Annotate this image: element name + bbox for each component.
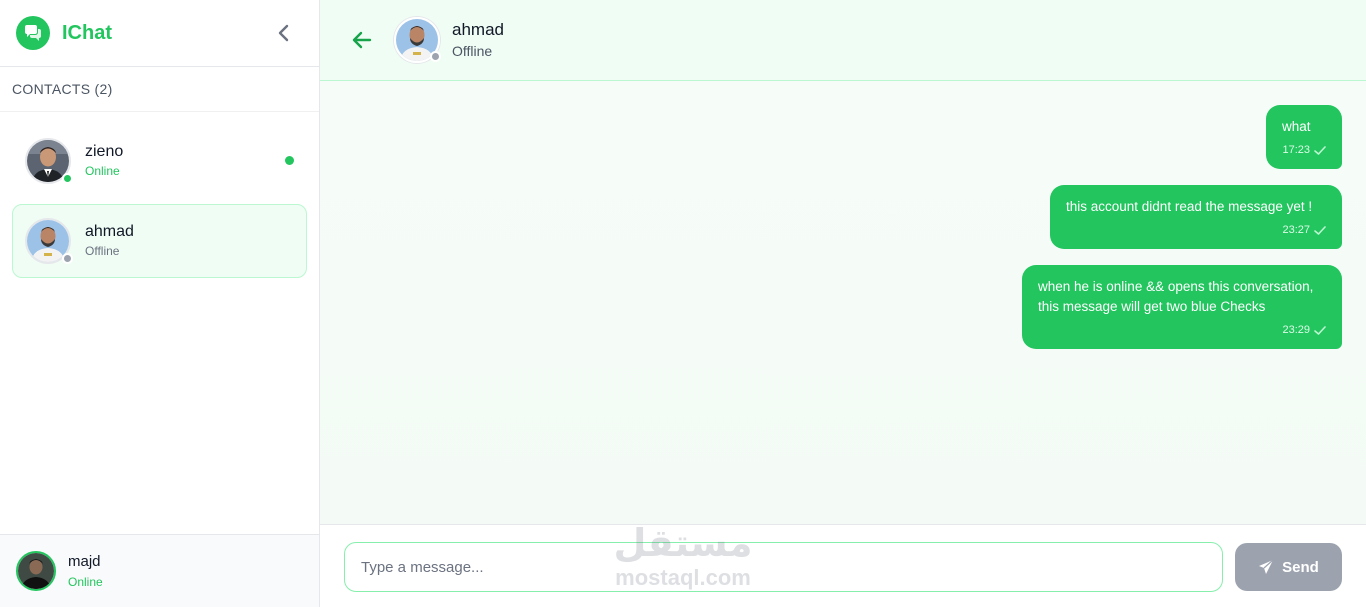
- contact-avatar-wrap: [25, 218, 73, 264]
- current-user-avatar[interactable]: [16, 551, 56, 591]
- paper-plane-icon: [1259, 559, 1274, 574]
- offline-status-dot: [430, 51, 441, 62]
- single-check-icon: [1314, 225, 1326, 235]
- contact-text: ahmad Offline: [85, 222, 134, 260]
- send-label: Send: [1282, 558, 1319, 576]
- message-bubble[interactable]: what 17:23: [1266, 105, 1342, 169]
- current-user-text: majd Online: [68, 552, 103, 591]
- contact-status: Online: [85, 164, 120, 178]
- contact-item-zieno[interactable]: zieno Online: [12, 124, 307, 198]
- message-text: this account didnt read the message yet …: [1066, 199, 1313, 214]
- message-time: 17:23: [1282, 144, 1310, 156]
- chat-contact-info: ahmad Offline: [452, 19, 504, 61]
- contact-avatar-wrap: [25, 138, 73, 184]
- arrow-left-icon: [352, 31, 372, 49]
- chat-header: ahmad Offline: [320, 0, 1366, 81]
- chat-contact-avatar-wrap: [394, 17, 441, 63]
- current-user-bar: majd Online: [0, 534, 319, 607]
- app-name: IChat: [62, 21, 112, 44]
- online-status-dot: [62, 173, 73, 184]
- chat-panel: ahmad Offline what 17:23 this account di…: [320, 0, 1366, 607]
- contact-status: Offline: [85, 244, 120, 258]
- contacts-header: CONTACTS (2): [0, 67, 319, 112]
- chat-contact-status: Offline: [452, 43, 493, 59]
- contact-name: ahmad: [85, 223, 134, 240]
- single-check-icon: [1314, 325, 1326, 335]
- contact-text: zieno Online: [85, 142, 123, 180]
- sidebar: IChat CONTACTS (2) zieno Online ahmad Of…: [0, 0, 320, 607]
- collapse-sidebar-button[interactable]: [271, 21, 295, 45]
- message-meta: 17:23: [1282, 139, 1326, 161]
- contact-list: zieno Online ahmad Offline: [0, 112, 319, 296]
- message-list: what 17:23 this account didnt read the m…: [320, 81, 1366, 524]
- chat-contact-name: ahmad: [452, 20, 504, 39]
- message-time: 23:29: [1282, 324, 1310, 336]
- chat-bubbles-icon: [16, 16, 50, 50]
- unread-indicator: [285, 156, 294, 165]
- message-bubble[interactable]: this account didnt read the message yet …: [1050, 185, 1342, 249]
- contact-name: zieno: [85, 143, 124, 160]
- message-text: what: [1282, 119, 1311, 134]
- message-meta: 23:27: [1066, 219, 1326, 241]
- message-composer: Send: [320, 524, 1366, 607]
- current-user-name: majd: [68, 552, 101, 570]
- chevron-left-icon: [278, 24, 289, 42]
- offline-status-dot: [62, 253, 73, 264]
- single-check-icon: [1314, 145, 1326, 155]
- message-text-line: this message will get two blue Checks: [1038, 299, 1266, 314]
- message-time: 23:27: [1282, 224, 1310, 236]
- brand-header: IChat: [0, 0, 319, 67]
- message-meta: 23:29: [1038, 319, 1326, 341]
- current-user-status: Online: [68, 574, 103, 589]
- contact-item-ahmad[interactable]: ahmad Offline: [12, 204, 307, 278]
- message-text-line: when he is online && opens this conversa…: [1038, 279, 1314, 294]
- message-bubble[interactable]: when he is online && opens this conversa…: [1022, 265, 1342, 349]
- message-input[interactable]: [344, 542, 1223, 592]
- back-button[interactable]: [350, 28, 374, 52]
- send-button[interactable]: Send: [1235, 543, 1342, 591]
